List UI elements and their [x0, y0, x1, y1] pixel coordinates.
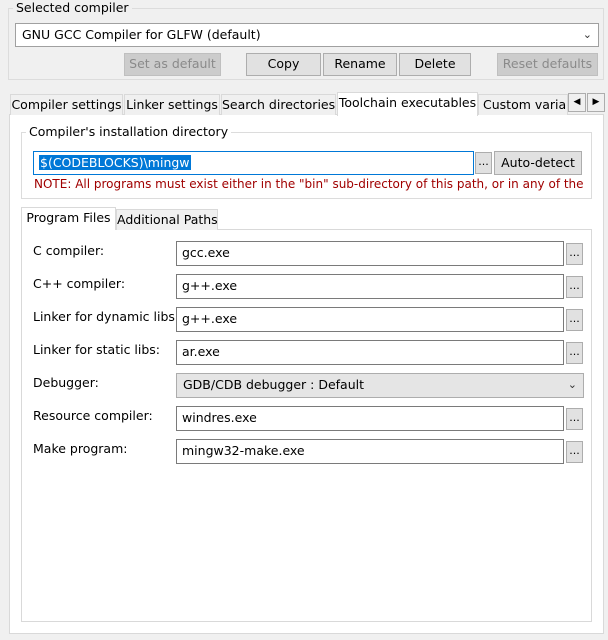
cpp-compiler-label: C++ compiler:: [33, 276, 126, 291]
c-compiler-input[interactable]: gcc.exe: [176, 241, 564, 266]
compiler-select-value: GNU GCC Compiler for GLFW (default): [22, 27, 261, 42]
install-dir-browse-button[interactable]: ...: [475, 152, 492, 174]
chevron-down-icon: ⌄: [582, 28, 592, 41]
install-dir-value: $(CODEBLOCKS)\mingw: [39, 155, 191, 170]
make-program-browse-button[interactable]: ...: [566, 441, 583, 463]
install-dir-note: NOTE: All programs must exist either in …: [34, 177, 584, 191]
c-compiler-label: C compiler:: [33, 243, 105, 258]
auto-detect-button[interactable]: Auto-detect: [494, 151, 582, 175]
install-dir-input[interactable]: $(CODEBLOCKS)\mingw: [33, 151, 474, 175]
install-dir-legend: Compiler's installation directory: [26, 124, 232, 139]
tab-toolchain-executables[interactable]: Toolchain executables: [337, 92, 478, 116]
resource-compiler-label: Resource compiler:: [33, 408, 153, 423]
chevron-down-icon: ⌄: [567, 378, 577, 391]
compiler-select[interactable]: GNU GCC Compiler for GLFW (default) ⌄: [15, 23, 599, 47]
linker-dynamic-label: Linker for dynamic libs:: [33, 309, 180, 324]
cpp-compiler-browse-button[interactable]: ...: [566, 276, 583, 298]
tab-compiler-settings[interactable]: Compiler settings: [10, 94, 123, 115]
debugger-select[interactable]: GDB/CDB debugger : Default ⌄: [176, 373, 584, 398]
debugger-select-value: GDB/CDB debugger : Default: [183, 377, 365, 392]
tab-program-files[interactable]: Program Files: [21, 207, 116, 230]
copy-button[interactable]: Copy: [246, 53, 321, 76]
selected-compiler-legend: Selected compiler: [13, 0, 132, 15]
linker-static-browse-button[interactable]: ...: [566, 342, 583, 364]
linker-dynamic-browse-button[interactable]: ...: [566, 309, 583, 331]
delete-button[interactable]: Delete: [399, 53, 471, 76]
debugger-label: Debugger:: [33, 375, 99, 390]
tab-additional-paths[interactable]: Additional Paths: [116, 209, 218, 230]
resource-compiler-input[interactable]: windres.exe: [176, 406, 564, 431]
tab-search-directories[interactable]: Search directories: [221, 94, 336, 115]
set-as-default-button[interactable]: Set as default: [124, 53, 221, 76]
make-program-input[interactable]: mingw32-make.exe: [176, 439, 564, 464]
rename-button[interactable]: Rename: [323, 53, 397, 76]
make-program-label: Make program:: [33, 441, 128, 456]
reset-defaults-button[interactable]: Reset defaults: [497, 53, 598, 76]
linker-static-label: Linker for static libs:: [33, 342, 161, 357]
resource-compiler-browse-button[interactable]: ...: [566, 408, 583, 430]
tab-linker-settings[interactable]: Linker settings: [124, 94, 220, 115]
tab-scroll-left-button[interactable]: ◀: [568, 93, 586, 112]
tab-custom-variables[interactable]: Custom variab: [478, 94, 568, 115]
linker-static-input[interactable]: ar.exe: [176, 340, 564, 365]
c-compiler-browse-button[interactable]: ...: [566, 243, 583, 265]
linker-dynamic-input[interactable]: g++.exe: [176, 307, 564, 332]
tab-scroll-right-button[interactable]: ▶: [587, 93, 605, 112]
cpp-compiler-input[interactable]: g++.exe: [176, 274, 564, 299]
